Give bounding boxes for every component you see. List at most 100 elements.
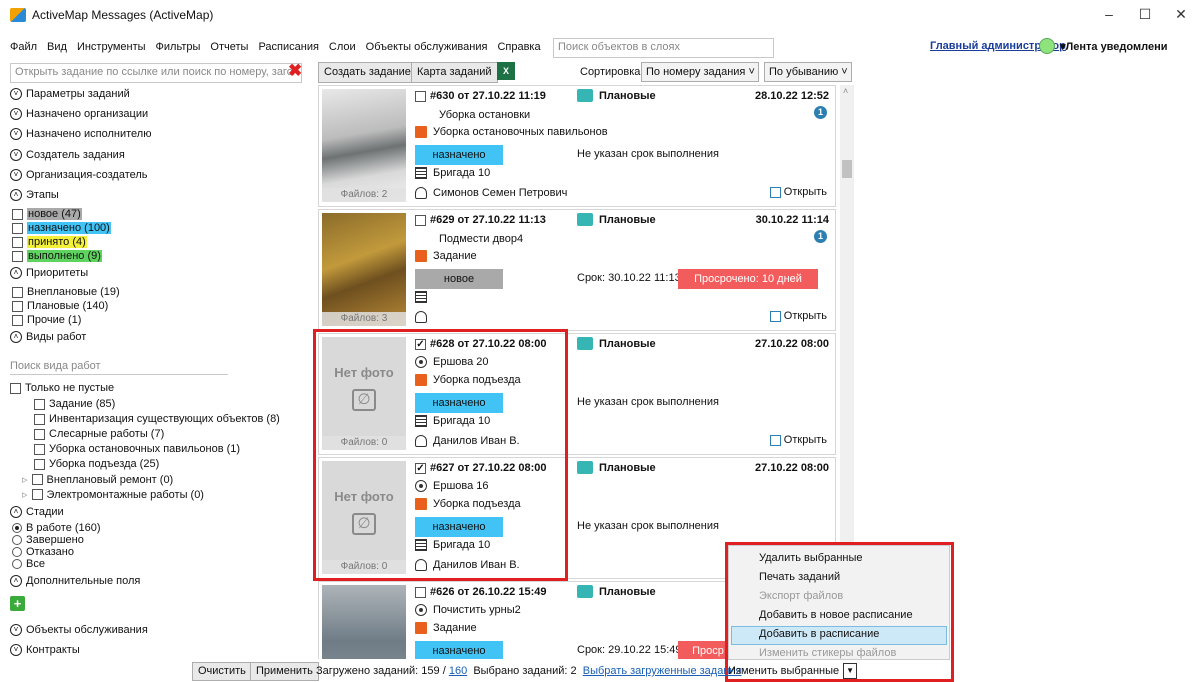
- priorities-section[interactable]: ˄ Приоритеты: [10, 267, 88, 279]
- checkbox[interactable]: [31, 489, 43, 500]
- creator-org-section[interactable]: ˅ Организация-создатель: [10, 169, 148, 181]
- task-checkbox[interactable]: [415, 90, 426, 102]
- checkbox[interactable]: [12, 236, 23, 248]
- checkbox[interactable]: [12, 286, 23, 298]
- layer-search-input[interactable]: Поиск объектов в слоях: [553, 38, 774, 58]
- menu-reports[interactable]: Отчеты: [210, 41, 248, 53]
- task-card[interactable]: Файлов: 3 #629 от 27.10.22 11:13 Плановы…: [318, 209, 836, 331]
- work-type-search-input[interactable]: Поиск вида работ: [10, 360, 228, 375]
- task-checkbox[interactable]: [415, 214, 426, 226]
- maximize-button[interactable]: ☐: [1130, 6, 1160, 23]
- checkbox[interactable]: [31, 474, 43, 485]
- checkbox[interactable]: [34, 443, 45, 455]
- work-type-filter[interactable]: ▹ Внеплановый ремонт (0): [22, 473, 173, 487]
- stage-filter[interactable]: новое (47): [12, 208, 82, 220]
- select-loaded-link[interactable]: Выбрать загруженные задания: [583, 665, 742, 677]
- stage-filter[interactable]: выполнено (9): [12, 250, 102, 262]
- task-brigade: [415, 291, 433, 303]
- checkbox[interactable]: [10, 382, 21, 394]
- checkbox[interactable]: [34, 413, 45, 425]
- states-section[interactable]: ˄ Стадии: [10, 506, 64, 518]
- change-selected-button[interactable]: Изменить выбранные ▼: [728, 662, 858, 680]
- checkbox[interactable]: [34, 428, 45, 440]
- clear-search-icon[interactable]: ✖: [288, 61, 302, 81]
- radio-button[interactable]: [12, 535, 22, 545]
- menu-help[interactable]: Справка: [497, 41, 540, 53]
- contracts-section[interactable]: ˅ Контракты: [10, 644, 80, 656]
- add-field-button[interactable]: +: [10, 596, 25, 611]
- task-number: #630: [430, 90, 455, 102]
- assigned-org-section[interactable]: ˅ Назначено организации: [10, 108, 148, 120]
- checkbox[interactable]: [12, 250, 23, 262]
- menu-service-objects[interactable]: Объекты обслуживания: [366, 41, 488, 53]
- total-count-link[interactable]: 160: [449, 665, 467, 677]
- work-type-filter[interactable]: Слесарные работы (7): [34, 428, 164, 440]
- work-type-filter[interactable]: Уборка подъезда (25): [34, 458, 159, 470]
- radio-button[interactable]: [12, 547, 22, 557]
- menu-file[interactable]: Файл: [10, 41, 37, 53]
- task-map-button[interactable]: Карта заданий: [411, 62, 498, 83]
- work-type-filter[interactable]: ▹ Электромонтажные работы (0): [22, 488, 204, 502]
- task-photo[interactable]: Файлов: 3: [322, 213, 406, 326]
- work-type-filter[interactable]: Инвентаризация существующих объектов (8): [34, 413, 280, 425]
- scrollbar-thumb[interactable]: [842, 160, 852, 178]
- expand-arrow-icon[interactable]: ▹: [22, 473, 28, 486]
- clear-filters-button[interactable]: Очистить: [192, 662, 252, 681]
- priority-filter[interactable]: Прочие (1): [12, 314, 81, 326]
- expand-arrow-icon[interactable]: ▹: [22, 488, 28, 501]
- menu-layers[interactable]: Слои: [329, 41, 356, 53]
- menu-tools[interactable]: Инструменты: [77, 41, 146, 53]
- menu-view[interactable]: Вид: [47, 41, 67, 53]
- state-radio[interactable]: Отказано: [12, 546, 74, 558]
- minimize-button[interactable]: –: [1094, 6, 1124, 22]
- state-radio[interactable]: Все: [12, 558, 45, 570]
- checkbox[interactable]: [34, 458, 45, 470]
- info-icon[interactable]: 1: [814, 106, 827, 119]
- priority-filter[interactable]: Плановые (140): [12, 300, 108, 312]
- radio-button[interactable]: [12, 523, 22, 533]
- task-photo[interactable]: Файлов: 2: [322, 89, 406, 202]
- open-task-link[interactable]: Открыть: [769, 434, 827, 446]
- work-type-filter[interactable]: Задание (85): [34, 398, 115, 410]
- open-task-link[interactable]: Открыть: [769, 310, 827, 322]
- state-radio[interactable]: Завершено: [12, 534, 84, 546]
- menu-filters[interactable]: Фильтры: [156, 41, 201, 53]
- priority-filter[interactable]: Внеплановые (19): [12, 286, 120, 298]
- sort-field-select[interactable]: По номеру задания ˅: [641, 62, 759, 82]
- assigned-exec-section[interactable]: ˅ Назначено исполнителю: [10, 128, 151, 140]
- menu-schedules[interactable]: Расписания: [258, 41, 318, 53]
- change-selected-label: Изменить выбранные: [728, 665, 840, 677]
- chevron-down-icon[interactable]: ▼: [843, 663, 858, 679]
- stage-filter[interactable]: назначено (100): [12, 222, 111, 234]
- apply-filters-button[interactable]: Применить: [250, 662, 319, 681]
- service-objects-section[interactable]: ˅ Объекты обслуживания: [10, 624, 148, 636]
- close-button[interactable]: ✕: [1166, 6, 1196, 23]
- extra-fields-section[interactable]: ˄ Дополнительные поля: [10, 575, 140, 587]
- scroll-up-icon[interactable]: ˄: [843, 86, 848, 96]
- info-icon[interactable]: 1: [814, 230, 827, 243]
- open-task-link[interactable]: Открыть: [769, 186, 827, 198]
- task-creator-section[interactable]: ˅ Создатель задания: [10, 149, 125, 161]
- sort-order-select[interactable]: По убыванию ˅: [764, 62, 852, 82]
- create-task-button[interactable]: Создать задание: [318, 62, 417, 83]
- stage-filter[interactable]: принято (4): [12, 236, 87, 248]
- checkbox[interactable]: [12, 300, 23, 312]
- task-params-section[interactable]: ˅ Параметры заданий: [10, 88, 130, 100]
- task-type: Плановые: [577, 213, 656, 226]
- stages-section[interactable]: ˄ Этапы: [10, 189, 59, 201]
- excel-export-icon[interactable]: X: [497, 62, 515, 80]
- state-radio[interactable]: В работе (160): [12, 522, 101, 534]
- radio-button[interactable]: [12, 559, 22, 569]
- checkbox[interactable]: [12, 222, 23, 234]
- only-nonempty-filter[interactable]: Только не пустые: [10, 382, 114, 394]
- checkbox[interactable]: [34, 398, 45, 410]
- task-card[interactable]: Файлов: 2 #630 от 27.10.22 11:19 Плановы…: [318, 85, 836, 207]
- task-checkbox[interactable]: [415, 586, 426, 598]
- work-type-filter[interactable]: Уборка остановочных павильонов (1): [34, 443, 240, 455]
- checkbox[interactable]: [12, 208, 23, 220]
- notifications-feed[interactable]: ▾Лента уведомлени: [1060, 40, 1167, 53]
- work-types-section[interactable]: ˄ Виды работ: [10, 331, 86, 343]
- checkbox[interactable]: [12, 314, 23, 326]
- open-task-input[interactable]: Открыть задание по ссылке или поиск по н…: [10, 63, 302, 83]
- task-photo[interactable]: [322, 585, 406, 659]
